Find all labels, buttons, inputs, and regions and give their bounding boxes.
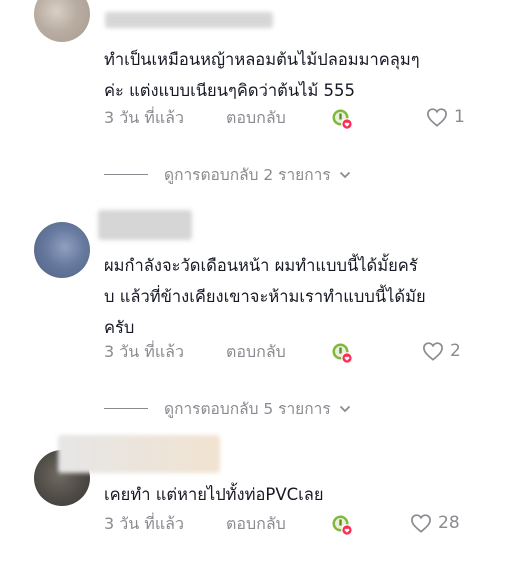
- comment-time: 3 วัน ที่แล้ว: [104, 107, 184, 127]
- creator-liked-icon: [332, 109, 353, 130]
- reply-button[interactable]: ตอบกลับ: [226, 512, 286, 537]
- username-blurred[interactable]: [98, 210, 192, 240]
- view-replies-label: ดูการตอบกลับ 2 รายการ: [164, 166, 331, 184]
- comment-time: 3 วัน ที่แล้ว: [104, 341, 184, 361]
- like-count: 2: [450, 341, 461, 361]
- divider-line: [104, 174, 148, 175]
- divider-line: [104, 408, 148, 409]
- comment-text: ทำเป็นเหมือนหญ้าหลอมต้นไม้ปลอมมาคลุมๆ ค่…: [104, 50, 420, 100]
- like-count: 1: [454, 107, 465, 127]
- comment-text: เคยทำ แต่หายไปทั้งท่อPVCเลย: [104, 485, 324, 504]
- comment-time: 3 วัน ที่แล้ว: [104, 513, 184, 533]
- chevron-down-icon: [339, 171, 350, 178]
- view-replies-button[interactable]: ดูการตอบกลับ 2 รายการ: [104, 162, 351, 187]
- username-blurred[interactable]: [105, 12, 273, 28]
- reply-button[interactable]: ตอบกลับ: [226, 106, 286, 131]
- view-replies-button[interactable]: ดูการตอบกลับ 5 รายการ: [104, 396, 351, 421]
- heart-outline-icon: [411, 514, 431, 533]
- view-replies-label: ดูการตอบกลับ 5 รายการ: [164, 400, 331, 418]
- avatar[interactable]: [34, 222, 90, 278]
- chevron-down-icon: [339, 405, 350, 412]
- creator-liked-icon: [332, 515, 353, 536]
- reply-button[interactable]: ตอบกลับ: [226, 340, 286, 365]
- like-button[interactable]: 28: [410, 513, 460, 533]
- heart-outline-icon: [427, 108, 447, 127]
- username-blurred[interactable]: [58, 435, 220, 473]
- comment-meta: 3 วัน ที่แล้ว ตอบกลับ: [104, 514, 286, 534]
- heart-outline-icon: [423, 342, 443, 361]
- like-button[interactable]: 2: [422, 341, 461, 361]
- like-count: 28: [438, 513, 460, 533]
- comment-meta: 3 วัน ที่แล้ว ตอบกลับ: [104, 108, 286, 128]
- comment-text: ผมกำลังจะวัดเดือนหน้า ผมทำแบบนี้ได้มั้ยค…: [104, 256, 426, 337]
- comment-meta: 3 วัน ที่แล้ว ตอบกลับ: [104, 342, 286, 362]
- like-button[interactable]: 1: [426, 107, 465, 127]
- creator-liked-icon: [332, 343, 353, 364]
- avatar[interactable]: [34, 0, 90, 42]
